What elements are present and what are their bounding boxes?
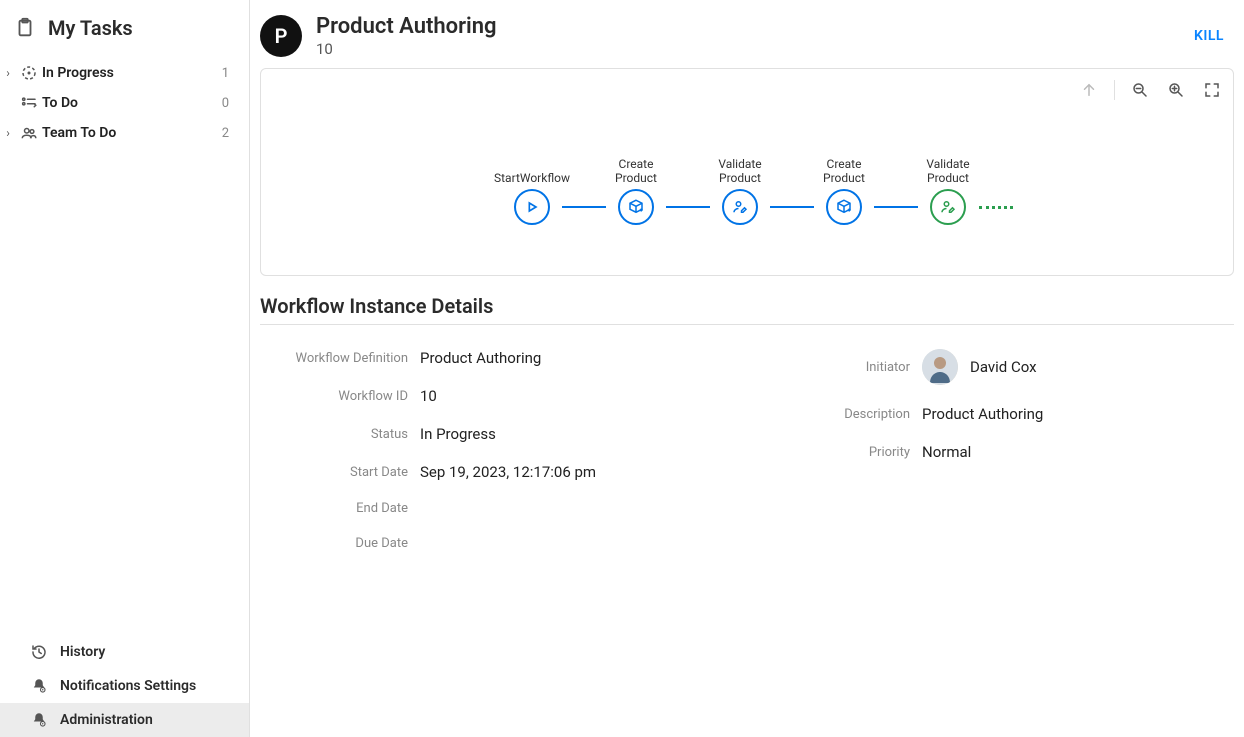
arrow-up-icon[interactable] <box>1078 79 1100 101</box>
details-col-right: Initiator David Cox Description Product … <box>762 339 1234 561</box>
workflow-header: P Product Authoring 10 KILL <box>260 8 1234 68</box>
workflow-step-create-product[interactable]: Create Product <box>813 155 875 225</box>
details-col-left: Workflow Definition Product Authoring Wo… <box>260 339 732 561</box>
field-value: Product Authoring <box>922 405 1043 423</box>
initiator-avatar <box>922 349 958 385</box>
field-label: Priority <box>762 445 922 460</box>
expand-icon[interactable] <box>1201 79 1223 101</box>
sidebar-footer-history[interactable]: History <box>0 635 249 669</box>
box-plus-icon <box>826 189 862 225</box>
sidebar-header: My Tasks <box>0 0 249 52</box>
connector <box>563 189 605 225</box>
step-label: Create Product <box>813 155 875 185</box>
field-label: Start Date <box>260 465 420 480</box>
sidebar-footer-administration[interactable]: Administration <box>0 703 249 737</box>
field-value: Product Authoring <box>420 349 541 367</box>
connector <box>667 189 709 225</box>
connector <box>875 189 917 225</box>
sidebar-item-count: 1 <box>222 66 241 81</box>
workflow-avatar: P <box>260 15 302 57</box>
field-due-date: Due Date <box>260 526 732 561</box>
sidebar-footer-label: History <box>60 644 105 660</box>
sidebar-item-team-to-do[interactable]: › Team To Do 2 <box>0 118 249 148</box>
field-label: End Date <box>260 501 420 516</box>
progress-icon <box>16 64 42 82</box>
workflow-title-block: Product Authoring 10 <box>316 14 1184 58</box>
field-start-date: Start Date Sep 19, 2023, 12:17:06 pm <box>260 453 732 491</box>
separator <box>1114 80 1115 100</box>
person-edit-icon <box>930 189 966 225</box>
field-description: Description Product Authoring <box>762 395 1234 433</box>
divider <box>260 324 1234 325</box>
field-workflow-id: Workflow ID 10 <box>260 377 732 415</box>
chevron-right-icon: › <box>0 126 16 140</box>
bell-gear-icon <box>28 711 50 729</box>
field-priority: Priority Normal <box>762 433 1234 471</box>
sidebar-footer: History Notifications Settings Adminis <box>0 635 249 737</box>
workflow-step-create-product[interactable]: Create Product <box>605 155 667 225</box>
step-label: Validate Product <box>917 155 979 185</box>
sidebar-footer-label: Notifications Settings <box>60 678 196 694</box>
workflow-id: 10 <box>316 40 1184 58</box>
sidebar-footer-notifications[interactable]: Notifications Settings <box>0 669 249 703</box>
field-value: 10 <box>420 387 437 405</box>
play-icon <box>514 189 550 225</box>
sidebar-footer-label: Administration <box>60 712 153 728</box>
field-label: Description <box>762 407 922 422</box>
sidebar-item-count: 0 <box>222 96 241 111</box>
field-end-date: End Date <box>260 491 732 526</box>
field-label: Due Date <box>260 536 420 551</box>
field-label: Status <box>260 427 420 442</box>
field-label: Workflow Definition <box>260 351 420 366</box>
todo-icon <box>16 94 42 112</box>
history-icon <box>28 643 50 661</box>
field-value: In Progress <box>420 425 496 443</box>
zoom-out-icon[interactable] <box>1129 79 1151 101</box>
field-value: David Cox <box>922 349 1037 385</box>
step-label: Validate Product <box>709 155 771 185</box>
person-edit-icon <box>722 189 758 225</box>
field-status: Status In Progress <box>260 415 732 453</box>
main-content: P Product Authoring 10 KILL <box>250 0 1244 737</box>
workflow-title: Product Authoring <box>316 14 1184 40</box>
sidebar: My Tasks › In Progress 1 T <box>0 0 250 737</box>
connector-dotted <box>979 189 1013 225</box>
workflow-step-validate-product[interactable]: Validate Product <box>709 155 771 225</box>
details-section-title: Workflow Instance Details <box>260 294 1234 318</box>
sidebar-items: › In Progress 1 To Do 0 <box>0 52 249 635</box>
team-icon <box>16 124 42 142</box>
diagram-toolbar <box>1078 79 1223 101</box>
chevron-right-icon: › <box>0 66 16 80</box>
box-plus-icon <box>618 189 654 225</box>
field-value: Sep 19, 2023, 12:17:06 pm <box>420 463 596 481</box>
clipboard-icon <box>14 17 36 39</box>
field-workflow-definition: Workflow Definition Product Authoring <box>260 339 732 377</box>
sidebar-item-in-progress[interactable]: › In Progress 1 <box>0 58 249 88</box>
sidebar-item-label: Team To Do <box>42 125 222 141</box>
initiator-name: David Cox <box>970 358 1037 376</box>
field-value: Normal <box>922 443 971 461</box>
workflow-steps: StartWorkflow Create Product Validate Pr… <box>501 155 1013 225</box>
workflow-diagram: StartWorkflow Create Product Validate Pr… <box>260 68 1234 276</box>
workflow-step-validate-product[interactable]: Validate Product <box>917 155 979 225</box>
bell-gear-icon <box>28 677 50 695</box>
step-label: StartWorkflow <box>494 155 570 185</box>
zoom-in-icon[interactable] <box>1165 79 1187 101</box>
sidebar-item-to-do[interactable]: To Do 0 <box>0 88 249 118</box>
field-label: Initiator <box>762 360 922 375</box>
step-label: Create Product <box>605 155 667 185</box>
field-label: Workflow ID <box>260 389 420 404</box>
sidebar-item-label: To Do <box>42 95 222 111</box>
kill-button[interactable]: KILL <box>1184 22 1234 50</box>
workflow-step-start[interactable]: StartWorkflow <box>501 155 563 225</box>
field-initiator: Initiator David Cox <box>762 339 1234 395</box>
details-grid: Workflow Definition Product Authoring Wo… <box>260 339 1234 561</box>
sidebar-item-count: 2 <box>222 126 241 141</box>
sidebar-item-label: In Progress <box>42 65 222 81</box>
connector <box>771 189 813 225</box>
sidebar-title: My Tasks <box>48 16 133 40</box>
